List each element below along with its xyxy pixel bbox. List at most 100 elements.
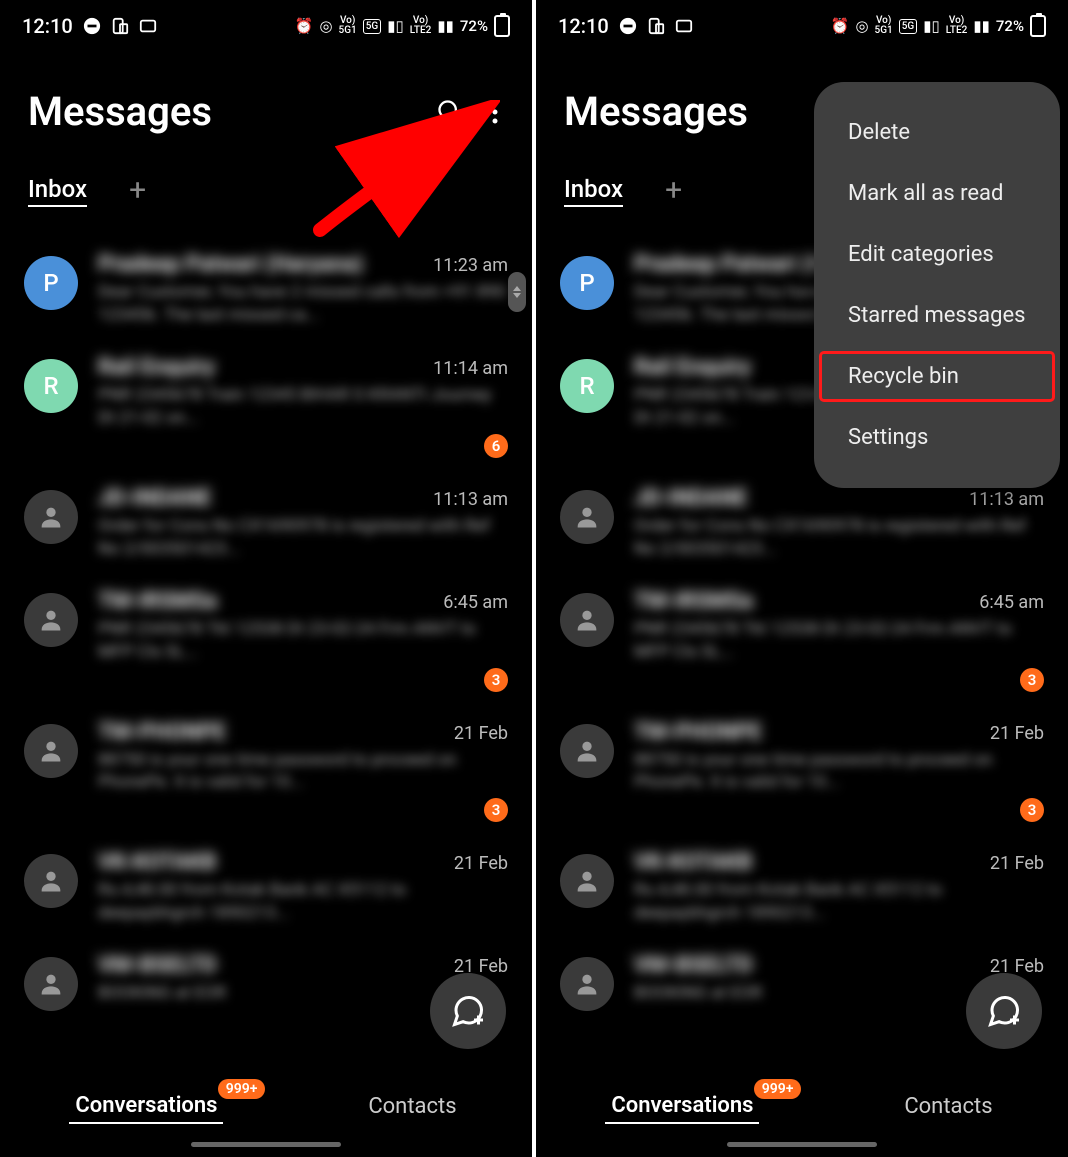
conversation-time: 21 Feb	[990, 723, 1044, 744]
bottom-nav: Conversations 999+ Contacts	[536, 1071, 1068, 1134]
conversation-time: 11:23 am	[433, 255, 508, 276]
battery-icon	[1030, 15, 1046, 37]
conversation-name: VM-BSELTD	[634, 953, 753, 978]
nav-conversations-label: Conversations	[75, 1093, 217, 1118]
signal-bars-2-icon: ▮▮	[973, 17, 990, 35]
conversation-time: 11:14 am	[433, 358, 508, 379]
add-category-button[interactable]: +	[129, 173, 146, 208]
conversation-row[interactable]: TM-PHONPE21 Feb88750 is your one time pa…	[0, 706, 532, 837]
nav-conversations-badge: 999+	[754, 1079, 802, 1099]
unread-badge: 3	[484, 798, 508, 822]
unread-badge: 3	[1020, 668, 1044, 692]
network-5g-indicator: 5G	[899, 19, 918, 34]
nav-conversations-label: Conversations	[611, 1093, 753, 1118]
battery-percent: 72%	[996, 17, 1024, 35]
phone-link-icon	[111, 17, 129, 35]
conversation-row[interactable]: VK-KOTAKB21 FebRs.4,48.00 from Kotak Ban…	[0, 836, 532, 939]
home-indicator[interactable]	[727, 1142, 877, 1147]
signal-bars-2-icon: ▮▮	[437, 17, 454, 35]
avatar	[560, 593, 614, 647]
battery-percent: 72%	[460, 17, 488, 35]
home-indicator[interactable]	[191, 1142, 341, 1147]
nav-conversations[interactable]: Conversations 999+	[605, 1089, 759, 1124]
conversation-preview: Order for Cons No CX1690978 is registere…	[98, 515, 508, 561]
conversation-time: 6:45 am	[443, 592, 508, 613]
compose-fab[interactable]	[430, 973, 506, 1049]
screenshot-icon	[675, 17, 693, 35]
filter-inbox[interactable]: Inbox	[28, 175, 87, 207]
menu-item-settings[interactable]: Settings	[814, 407, 1060, 468]
conversation-name: TM-IRSMSa	[634, 589, 753, 614]
unread-badge: 3	[484, 668, 508, 692]
nav-contacts[interactable]: Contacts	[362, 1090, 462, 1123]
overflow-menu: DeleteMark all as readEdit categoriesSta…	[814, 82, 1060, 488]
menu-item-recycle-bin[interactable]: Recycle bin	[814, 346, 1060, 407]
avatar	[560, 490, 614, 544]
conversation-name: Pradeep Patwari (Haryana)	[98, 252, 363, 277]
avatar: R	[24, 359, 78, 413]
conversation-name: TM-PHONPE	[98, 720, 226, 745]
avatar: P	[24, 256, 78, 310]
status-bar: 12:10 ⏰ ◎ Vo)5G1 5G ▮▯ Vo)LTE2 ▮▮ 72%	[0, 0, 532, 48]
avatar	[24, 593, 78, 647]
status-time: 12:10	[558, 14, 609, 38]
alarm-icon: ⏰	[295, 17, 314, 35]
hotspot-icon: ◎	[319, 17, 332, 35]
bottom-nav: Conversations 999+ Contacts	[0, 1071, 532, 1134]
unread-badge: 3	[1020, 798, 1044, 822]
status-bar: 12:10 ⏰ ◎ Vo)5G1 5G ▮▯ Vo)LTE2 ▮▮ 72%	[536, 0, 1068, 48]
vowifi-indicator-1: Vo)5G1	[875, 16, 893, 36]
hotspot-icon: ◎	[855, 17, 868, 35]
conversation-list[interactable]: P Pradeep Patwari (Haryana) 11:23 am Dear C…	[0, 238, 532, 1071]
page-title: Messages	[564, 88, 748, 135]
signal-bars-1-icon: ▮▯	[387, 17, 404, 35]
filter-inbox[interactable]: Inbox	[564, 175, 623, 207]
menu-item-mark-all-as-read[interactable]: Mark all as read	[814, 163, 1060, 224]
conversation-preview: Dear Customer, You have 2 missed calls f…	[98, 281, 508, 327]
conversation-time: 11:13 am	[969, 489, 1044, 510]
add-category-button[interactable]: +	[665, 173, 682, 208]
avatar	[24, 854, 78, 908]
menu-item-starred-messages[interactable]: Starred messages	[814, 285, 1060, 346]
screenshot-icon	[139, 17, 157, 35]
menu-item-delete[interactable]: Delete	[814, 102, 1060, 163]
avatar: P	[560, 256, 614, 310]
conversation-name: JD-INDANE	[634, 486, 747, 511]
app-header: Messages	[0, 48, 532, 155]
phone-screen-right: 12:10 ⏰ ◎ Vo)5G1 5G ▮▯ Vo)LTE2 ▮▮ 72% Me…	[536, 0, 1068, 1157]
conversation-row[interactable]: RRail Enquiry11:14 amPNR 2345678 Train 1…	[0, 341, 532, 472]
signal-bars-1-icon: ▮▯	[923, 17, 940, 35]
network-5g-indicator: 5G	[363, 19, 382, 34]
search-icon[interactable]	[436, 98, 464, 126]
conversation-row[interactable]: JD-INDANE 11:13 am Order for Cons No CX169…	[0, 472, 532, 575]
nav-conversations[interactable]: Conversations 999+	[69, 1089, 223, 1124]
more-options-icon[interactable]	[492, 100, 498, 124]
avatar	[24, 490, 78, 544]
scrollbar-thumb[interactable]	[508, 272, 526, 312]
conversation-name: JD-INDANE	[98, 486, 211, 511]
avatar	[24, 957, 78, 1011]
avatar	[560, 854, 614, 908]
phone-screen-left: 12:10 ⏰ ◎ Vo)5G1 5G ▮▯ Vo)LTE2 ▮▮ 72% Me…	[0, 0, 532, 1157]
conversation-row[interactable]: TM-PHONPE21 Feb88750 is your one time pa…	[536, 706, 1068, 837]
alarm-icon: ⏰	[831, 17, 850, 35]
avatar: R	[560, 359, 614, 413]
nav-contacts[interactable]: Contacts	[898, 1090, 998, 1123]
conversation-row[interactable]: VK-KOTAKB21 FebRs.4,48.00 from Kotak Ban…	[536, 836, 1068, 939]
conversation-name: TM-IRSMSa	[98, 589, 217, 614]
conversation-time: 11:13 am	[433, 489, 508, 510]
conversation-name: VK-KOTAKB	[634, 850, 752, 875]
status-time: 12:10	[22, 14, 73, 38]
conversation-time: 6:45 am	[979, 592, 1044, 613]
conversation-row[interactable]: TM-IRSMSa6:45 amPNR 2345678 Tkt 12538 Dt…	[0, 575, 532, 706]
conversation-time: 21 Feb	[990, 853, 1044, 874]
conversation-row[interactable]: P Pradeep Patwari (Haryana) 11:23 am Dear C…	[0, 238, 532, 341]
phone-link-icon	[647, 17, 665, 35]
conversation-row[interactable]: TM-IRSMSa6:45 amPNR 2345678 Tkt 12538 Dt…	[536, 575, 1068, 706]
conversation-name: VM-BSELTD	[98, 953, 217, 978]
unread-badge: 6	[484, 434, 508, 458]
dnd-icon	[83, 17, 101, 35]
menu-item-edit-categories[interactable]: Edit categories	[814, 224, 1060, 285]
compose-fab[interactable]	[966, 973, 1042, 1049]
conversation-preview: PNR 2345678 Train 12345 BIHAR S KRANTI J…	[98, 384, 508, 430]
